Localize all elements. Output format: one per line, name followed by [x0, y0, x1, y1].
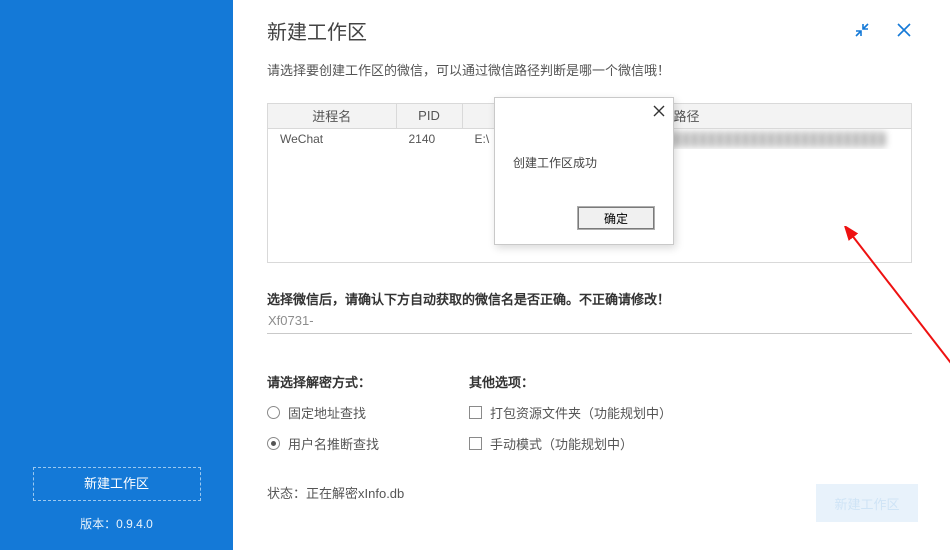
col-process-name: 进程名	[268, 104, 396, 128]
close-icon[interactable]	[896, 22, 912, 38]
other-options: 其他选项： 打包资源文件夹（功能规划中） 手动模式（功能规划中）	[469, 372, 672, 453]
dialog-message: 创建工作区成功	[495, 154, 673, 171]
decrypt-options: 请选择解密方式： 固定地址查找 用户名推断查找	[267, 372, 379, 453]
wechat-name-input[interactable]	[267, 308, 912, 334]
dialog-ok-button[interactable]: 确定	[577, 206, 655, 230]
dialog-close-icon[interactable]	[653, 104, 665, 121]
create-workspace-button[interactable]: 新建工作区	[816, 484, 918, 522]
cell-pid: 2140	[396, 128, 462, 149]
radio-icon	[267, 406, 280, 419]
page-title: 新建工作区	[267, 16, 367, 45]
minimize-icon[interactable]	[854, 22, 870, 38]
cell-process-name: WeChat	[268, 128, 396, 149]
main-panel: 新建工作区 请选择要创建工作区的微信，可以通过微信路径判断是哪一个微信哦！ 进程…	[233, 0, 950, 550]
checkbox-pack-resources[interactable]: 打包资源文件夹（功能规划中）	[469, 403, 672, 422]
sidebar-new-workspace-button[interactable]: 新建工作区	[33, 467, 201, 501]
wechat-name-label: 选择微信后，请确认下方自动获取的微信名是否正确。不正确请修改！	[267, 289, 912, 308]
success-dialog: 创建工作区成功 确定	[494, 97, 674, 245]
checkbox-manual-mode[interactable]: 手动模式（功能规划中）	[469, 434, 672, 453]
radio-icon	[267, 437, 280, 450]
checkbox-icon	[469, 437, 482, 450]
checkbox-icon	[469, 406, 482, 419]
version-label: 版本：0.9.4.0	[0, 515, 233, 532]
radio-username-infer[interactable]: 用户名推断查找	[267, 434, 379, 453]
subtitle: 请选择要创建工作区的微信，可以通过微信路径判断是哪一个微信哦！	[267, 60, 912, 79]
radio-fixed-address[interactable]: 固定地址查找	[267, 403, 379, 422]
sidebar: 新建工作区 版本：0.9.4.0	[0, 0, 233, 550]
col-pid: PID	[396, 104, 462, 128]
